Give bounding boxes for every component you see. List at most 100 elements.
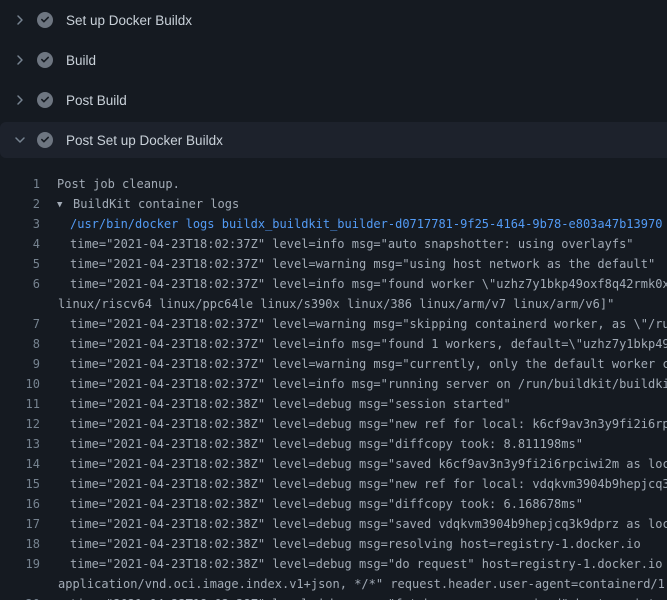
- log-line: 3 /usr/bin/docker logs buildx_buildkit_b…: [0, 214, 667, 234]
- log-lines: 1 Post job cleanup. 2 BuildKit container…: [0, 160, 667, 600]
- step-label: Post Build: [66, 93, 127, 108]
- step-post-set-up-docker-buildx[interactable]: Post Set up Docker Buildx: [0, 122, 667, 158]
- log-text: time="2021-04-23T18:02:38Z" level=debug …: [70, 557, 667, 571]
- log-line-number[interactable]: 10: [0, 374, 40, 394]
- log-text: application/vnd.oci.image.index.v1+json,…: [58, 577, 667, 591]
- log-line-number[interactable]: 14: [0, 454, 40, 474]
- log-line: linux/riscv64 linux/ppc64le linux/s390x …: [0, 294, 667, 314]
- step-post-build[interactable]: Post Build: [0, 80, 667, 120]
- log-text: time="2021-04-23T18:02:38Z" level=debug …: [70, 517, 667, 531]
- log-line: 10 time="2021-04-23T18:02:37Z" level=inf…: [0, 374, 667, 394]
- log-line-text: BuildKit container logs: [57, 194, 239, 214]
- step-label: Post Set up Docker Buildx: [66, 133, 223, 148]
- log-line: 6 time="2021-04-23T18:02:37Z" level=info…: [0, 274, 667, 294]
- log-line-number[interactable]: 6: [0, 274, 40, 294]
- log-line: 17 time="2021-04-23T18:02:38Z" level=deb…: [0, 514, 667, 534]
- step-build[interactable]: Build: [0, 40, 667, 80]
- log-line: 5 time="2021-04-23T18:02:37Z" level=warn…: [0, 254, 667, 274]
- log-line-number[interactable]: [0, 574, 40, 594]
- log-line: 15 time="2021-04-23T18:02:38Z" level=deb…: [0, 474, 667, 494]
- log-text: /usr/bin/docker logs buildx_buildkit_bui…: [70, 217, 662, 231]
- step-label: Set up Docker Buildx: [66, 13, 192, 28]
- log-line-number[interactable]: 7: [0, 314, 40, 334]
- log-text: time="2021-04-23T18:02:37Z" level=warnin…: [70, 257, 655, 271]
- log-text: time="2021-04-23T18:02:37Z" level=warnin…: [70, 357, 667, 371]
- log-line: 19 time="2021-04-23T18:02:38Z" level=deb…: [0, 554, 667, 574]
- log-line-text: time="2021-04-23T18:02:37Z" level=info m…: [57, 274, 667, 294]
- check-circle-icon: [37, 52, 53, 68]
- log-line: 8 time="2021-04-23T18:02:37Z" level=info…: [0, 334, 667, 354]
- log-line-text: time="2021-04-23T18:02:37Z" level=info m…: [57, 334, 667, 354]
- log-line-number[interactable]: [0, 294, 40, 314]
- log-line-number[interactable]: 18: [0, 534, 40, 554]
- log-text: time="2021-04-23T18:02:37Z" level=info m…: [70, 237, 634, 251]
- chevron-right-icon: [12, 52, 28, 68]
- log-line-number[interactable]: 2: [0, 194, 40, 214]
- log-line: application/vnd.oci.image.index.v1+json,…: [0, 574, 667, 594]
- log-line: 16 time="2021-04-23T18:02:38Z" level=deb…: [0, 494, 667, 514]
- log-line-text: /usr/bin/docker logs buildx_buildkit_bui…: [57, 214, 662, 234]
- log-line-number[interactable]: 20: [0, 594, 40, 600]
- log-line-number[interactable]: 9: [0, 354, 40, 374]
- log-line-number[interactable]: 11: [0, 394, 40, 414]
- log-line-number[interactable]: 16: [0, 494, 40, 514]
- log-text: time="2021-04-23T18:02:38Z" level=debug …: [70, 437, 583, 451]
- log-line-text: time="2021-04-23T18:02:38Z" level=debug …: [57, 554, 667, 574]
- log-text: time="2021-04-23T18:02:38Z" level=debug …: [70, 497, 583, 511]
- log-group-expander-icon[interactable]: [57, 195, 73, 215]
- log-line-number[interactable]: 5: [0, 254, 40, 274]
- log-line-number[interactable]: 15: [0, 474, 40, 494]
- log-line-text: time="2021-04-23T18:02:38Z" level=debug …: [57, 414, 667, 434]
- log-text: time="2021-04-23T18:02:37Z" level=warnin…: [70, 317, 667, 331]
- chevron-right-icon: [12, 12, 28, 28]
- check-circle-icon: [37, 12, 53, 28]
- log-line-text: time="2021-04-23T18:02:37Z" level=info m…: [57, 374, 667, 394]
- log-text: Post job cleanup.: [57, 177, 180, 191]
- log-line: 4 time="2021-04-23T18:02:37Z" level=info…: [0, 234, 667, 254]
- log-line-text: time="2021-04-23T18:02:37Z" level=info m…: [57, 234, 634, 254]
- log-line-number[interactable]: 1: [0, 174, 40, 194]
- log-line-number[interactable]: 19: [0, 554, 40, 574]
- log-line: 13 time="2021-04-23T18:02:38Z" level=deb…: [0, 434, 667, 454]
- log-line-number[interactable]: 8: [0, 334, 40, 354]
- log-line: 14 time="2021-04-23T18:02:38Z" level=deb…: [0, 454, 667, 474]
- log-line-number[interactable]: 17: [0, 514, 40, 534]
- log-text: time="2021-04-23T18:02:38Z" level=debug …: [70, 417, 667, 431]
- log-line: 1 Post job cleanup.: [0, 174, 667, 194]
- log-text: linux/riscv64 linux/ppc64le linux/s390x …: [58, 297, 614, 311]
- log-text: time="2021-04-23T18:02:38Z" level=debug …: [70, 477, 667, 491]
- log-line-text: linux/riscv64 linux/ppc64le linux/s390x …: [57, 294, 614, 314]
- log-line-text: time="2021-04-23T18:02:37Z" level=warnin…: [57, 314, 667, 334]
- log-text: time="2021-04-23T18:02:38Z" level=debug …: [70, 537, 641, 551]
- log-line-text: time="2021-04-23T18:02:38Z" level=debug …: [57, 534, 641, 554]
- log-line-text: Post job cleanup.: [57, 174, 180, 194]
- log-text: time="2021-04-23T18:02:37Z" level=info m…: [70, 337, 667, 351]
- log-line: 20 time="2021-04-23T18:02:38Z" level=deb…: [0, 594, 667, 600]
- chevron-right-icon: [12, 92, 28, 108]
- log-line: 12 time="2021-04-23T18:02:38Z" level=deb…: [0, 414, 667, 434]
- log-line-text: time="2021-04-23T18:02:38Z" level=debug …: [57, 514, 667, 534]
- log-line-text: time="2021-04-23T18:02:38Z" level=debug …: [57, 394, 511, 414]
- step-list: Set up Docker Buildx Build Post Build: [0, 0, 667, 158]
- log-line-number[interactable]: 13: [0, 434, 40, 454]
- log-line-text: time="2021-04-23T18:02:38Z" level=debug …: [57, 594, 667, 600]
- log-text: time="2021-04-23T18:02:38Z" level=debug …: [70, 397, 511, 411]
- log-text: time="2021-04-23T18:02:38Z" level=debug …: [70, 457, 667, 471]
- log-line-text: time="2021-04-23T18:02:37Z" level=warnin…: [57, 354, 667, 374]
- log-text: time="2021-04-23T18:02:37Z" level=info m…: [70, 277, 667, 291]
- step-set-up-docker-buildx[interactable]: Set up Docker Buildx: [0, 0, 667, 40]
- log-line-number[interactable]: 4: [0, 234, 40, 254]
- log-line-number[interactable]: 12: [0, 414, 40, 434]
- log-line-text: time="2021-04-23T18:02:38Z" level=debug …: [57, 454, 667, 474]
- log-line-text: time="2021-04-23T18:02:38Z" level=debug …: [57, 494, 583, 514]
- log-text: time="2021-04-23T18:02:37Z" level=info m…: [70, 377, 667, 391]
- log-line-number[interactable]: 3: [0, 214, 40, 234]
- log-line: 18 time="2021-04-23T18:02:38Z" level=deb…: [0, 534, 667, 554]
- log-line-text: time="2021-04-23T18:02:37Z" level=warnin…: [57, 254, 655, 274]
- step-label: Build: [66, 53, 96, 68]
- log-line: 7 time="2021-04-23T18:02:37Z" level=warn…: [0, 314, 667, 334]
- chevron-down-icon: [12, 132, 28, 148]
- actions-log-viewer: Set up Docker Buildx Build Post Build: [0, 0, 667, 600]
- log-line-text: time="2021-04-23T18:02:38Z" level=debug …: [57, 434, 583, 454]
- log-line-text: application/vnd.oci.image.index.v1+json,…: [57, 574, 667, 594]
